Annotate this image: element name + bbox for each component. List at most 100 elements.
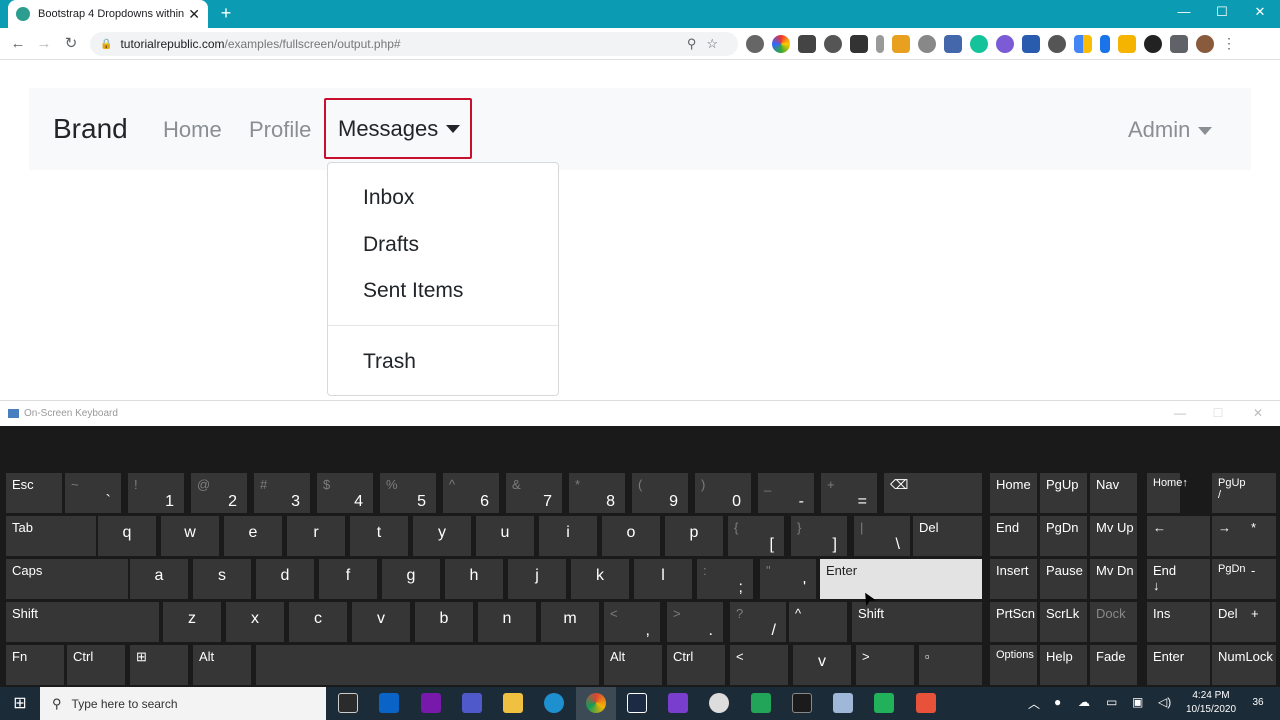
key-space[interactable]: " ': [760, 559, 816, 599]
extension-icon[interactable]: [824, 35, 842, 53]
key-nav[interactable]: Nav: [1090, 473, 1137, 513]
key-space[interactable]: ←: [1147, 516, 1180, 556]
new-tab-button[interactable]: +: [216, 3, 236, 23]
key-y[interactable]: y: [413, 516, 471, 556]
key-w[interactable]: w: [161, 516, 219, 556]
key-o[interactable]: o: [602, 516, 660, 556]
key-mvdn[interactable]: Mv Dn: [1090, 559, 1137, 599]
close-window-button[interactable]: ✕: [1248, 4, 1272, 20]
key-6[interactable]: ^ 6: [443, 473, 499, 513]
key-fade[interactable]: Fade: [1090, 645, 1137, 685]
key-shift[interactable]: Shift: [6, 602, 159, 642]
key-tab[interactable]: Tab: [6, 516, 96, 556]
key-4[interactable]: $4: [317, 473, 373, 513]
key-space[interactable]: ~ `: [65, 473, 121, 513]
menu-icon[interactable]: ⋮: [1222, 35, 1236, 53]
key-d[interactable]: d: [256, 559, 314, 599]
key-space[interactable]: ⌫: [884, 473, 982, 513]
key-fn[interactable]: Fn: [6, 645, 64, 685]
key-end[interactable]: End: [990, 516, 1037, 556]
key-help[interactable]: Help: [1040, 645, 1087, 685]
key-home[interactable]: Home: [990, 473, 1037, 513]
key-space[interactable]: ▫: [919, 645, 982, 685]
puzzle-icon[interactable]: [1170, 35, 1188, 53]
key-i[interactable]: i: [539, 516, 597, 556]
key-2[interactable]: @2: [191, 473, 247, 513]
key-mvup[interactable]: Mv Up: [1090, 516, 1137, 556]
taskbar-clock[interactable]: 4:24 PM 10/15/2020: [1180, 689, 1242, 717]
key-7[interactable]: & 7: [506, 473, 562, 513]
extension-icon[interactable]: [1074, 35, 1092, 53]
key-del[interactable]: Del: [913, 516, 982, 556]
file-explorer-icon[interactable]: [503, 693, 523, 713]
chrome-icon[interactable]: [586, 693, 606, 713]
key-pgup[interactable]: PgUp /: [1212, 473, 1246, 513]
key-j[interactable]: j: [508, 559, 566, 599]
key-options[interactable]: Options: [990, 645, 1037, 685]
messages-dropdown-toggle[interactable]: Messages: [324, 98, 472, 159]
key-space[interactable]: +: [1245, 602, 1276, 642]
acrobat-icon[interactable]: [792, 693, 812, 713]
onedrive-icon[interactable]: ☁: [1078, 695, 1090, 709]
key-ctrl[interactable]: Ctrl: [667, 645, 725, 685]
dropdown-item-trash[interactable]: Trash: [363, 350, 416, 374]
key-space[interactable]: [1245, 473, 1276, 513]
key-r[interactable]: r: [287, 516, 345, 556]
key-alt[interactable]: Alt: [193, 645, 251, 685]
key-s[interactable]: s: [193, 559, 251, 599]
avatar[interactable]: [1196, 35, 1214, 53]
key-x[interactable]: x: [226, 602, 284, 642]
app-icon[interactable]: [627, 693, 647, 713]
key-5[interactable]: % 5: [380, 473, 436, 513]
key-3[interactable]: #3: [254, 473, 310, 513]
extension-icon[interactable]: [918, 35, 936, 53]
key-f[interactable]: f: [319, 559, 377, 599]
key-8[interactable]: * 8: [569, 473, 625, 513]
key-q[interactable]: q: [98, 516, 156, 556]
key-v[interactable]: v: [352, 602, 410, 642]
extension-icon[interactable]: [1144, 35, 1162, 53]
extension-icon[interactable]: [996, 35, 1014, 53]
key-caps[interactable]: Caps: [6, 559, 128, 599]
app-icon[interactable]: [833, 693, 853, 713]
key-space[interactable]: ^: [789, 602, 847, 642]
key-space[interactable]: →: [1212, 516, 1245, 556]
key-scrlk[interactable]: ScrLk: [1040, 602, 1087, 642]
dropdown-item-inbox[interactable]: Inbox: [363, 186, 414, 210]
extension-icon[interactable]: [876, 35, 884, 53]
task-view-icon[interactable]: [338, 693, 358, 713]
vscode-icon[interactable]: [751, 693, 771, 713]
key-space[interactable]: [256, 645, 599, 685]
key-prtscn[interactable]: PrtScn: [990, 602, 1037, 642]
extension-icon[interactable]: [944, 35, 962, 53]
omnibox-tools[interactable]: ⚲☆: [687, 36, 728, 52]
key-1[interactable]: ! 1: [128, 473, 184, 513]
key-dock[interactable]: Dock: [1090, 602, 1137, 642]
key-space[interactable]: _ -: [758, 473, 814, 513]
microphone-icon[interactable]: ●: [1054, 695, 1061, 709]
key-space[interactable]: {[: [728, 516, 784, 556]
key-ins[interactable]: Ins: [1147, 602, 1210, 642]
extension-icon[interactable]: [1118, 35, 1136, 53]
key-space[interactable]: >.: [667, 602, 723, 642]
minimize-button[interactable]: —: [1172, 4, 1196, 19]
app-icon[interactable]: [709, 693, 729, 713]
key-g[interactable]: g: [382, 559, 440, 599]
key-alt[interactable]: Alt: [604, 645, 662, 685]
key-p[interactable]: p: [665, 516, 723, 556]
nav-link-profile[interactable]: Profile: [249, 117, 311, 143]
key-n[interactable]: n: [478, 602, 536, 642]
forward-icon[interactable]: →: [33, 33, 55, 55]
key-z[interactable]: z: [163, 602, 221, 642]
extension-icon[interactable]: [798, 35, 816, 53]
key-pgdn[interactable]: PgDn: [1212, 559, 1246, 599]
dropdown-item-sent-items[interactable]: Sent Items: [363, 279, 463, 303]
onenote-icon[interactable]: [421, 693, 441, 713]
tab-close-icon[interactable]: ✕: [188, 6, 200, 23]
edge-icon[interactable]: [544, 693, 564, 713]
key-pause[interactable]: Pause: [1040, 559, 1087, 599]
notification-center[interactable]: 36: [1246, 693, 1270, 713]
taskbar-search[interactable]: ⚲ Type here to search: [40, 687, 326, 720]
network-icon[interactable]: ▣: [1132, 695, 1143, 709]
extension-icon[interactable]: [1048, 35, 1066, 53]
